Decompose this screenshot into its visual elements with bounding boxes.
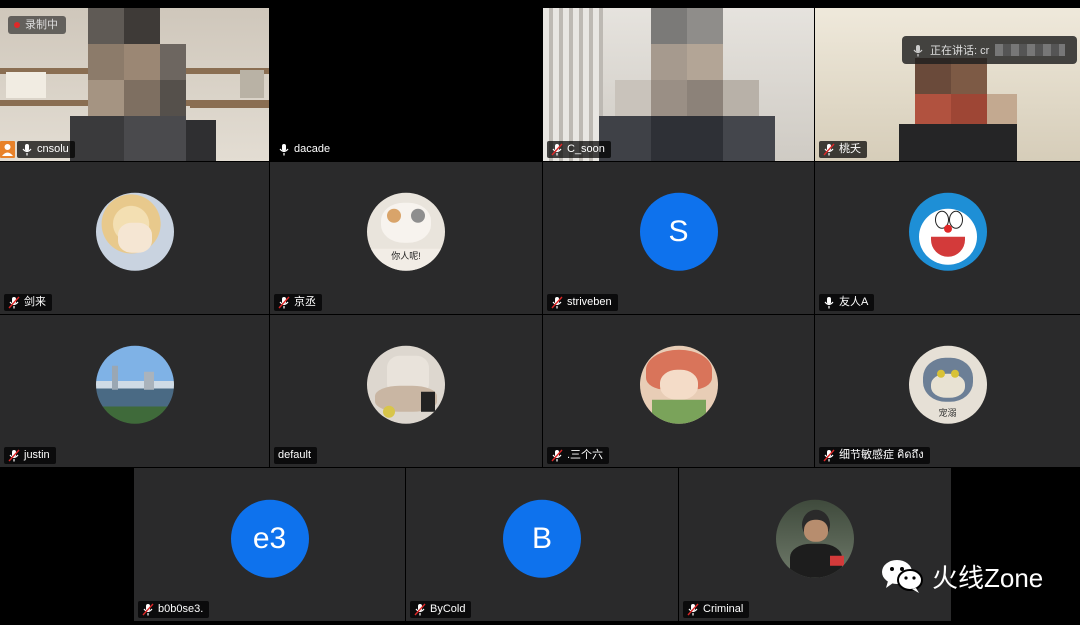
avatar xyxy=(639,345,718,424)
participant-tile-b0b0se3[interactable]: e3 b0b0se3. xyxy=(134,468,405,621)
mic-muted-icon xyxy=(823,143,835,156)
participant-tile-jingcheng[interactable]: 你人呢! 京丞 xyxy=(270,162,542,314)
participant-tile-youren-a[interactable]: 友人A xyxy=(815,162,1080,314)
mic-muted-icon xyxy=(687,603,699,616)
participant-tile-striveben[interactable]: S striveben xyxy=(543,162,814,314)
mic-icon xyxy=(824,297,834,309)
participant-name: 桃夭 xyxy=(839,143,861,155)
participant-tile-jianlai[interactable]: 剑来 xyxy=(0,162,269,314)
mic-muted-icon xyxy=(551,143,563,156)
participant-tile-justin[interactable]: justin xyxy=(0,315,269,467)
mic-muted-icon xyxy=(278,296,290,309)
participant-tile-cnsolu[interactable]: 录制中 cnsolu xyxy=(0,8,269,161)
participant-name: striveben xyxy=(567,296,612,308)
nameplate: C_soon xyxy=(547,141,611,158)
avatar xyxy=(367,345,445,424)
participant-tile-default[interactable]: default xyxy=(270,315,542,467)
participant-name: C_soon xyxy=(567,143,605,155)
participant-name: default xyxy=(278,449,312,461)
nameplate: b0b0se3. xyxy=(138,601,210,618)
avatar: 宠溺 xyxy=(908,345,987,424)
nameplate: 细节敏感症 คิดถึง xyxy=(819,447,930,464)
nameplate: dacade xyxy=(274,141,337,158)
participant-name: cnsolu xyxy=(37,143,69,155)
participant-name: b0b0se3. xyxy=(158,603,204,615)
participant-tile-taoyao[interactable]: 桃夭 xyxy=(815,8,1080,161)
mic-muted-icon xyxy=(8,296,20,309)
avatar xyxy=(95,345,174,424)
mic-muted-icon xyxy=(551,296,563,309)
nameplate: default xyxy=(274,447,318,464)
recording-label: 录制中 xyxy=(25,19,58,31)
mic-icon xyxy=(913,44,923,56)
mic-muted-icon xyxy=(414,603,426,616)
avatar: 你人呢! xyxy=(367,192,445,271)
participant-tile-xijie[interactable]: 宠溺 细节敏感症 คิดถึง xyxy=(815,315,1080,467)
mic-muted-icon xyxy=(551,449,563,462)
watermark-text: 火线Zone xyxy=(932,562,1044,593)
avatar-initial: B xyxy=(503,499,581,578)
active-speaker-banner: 正在讲话: cr xyxy=(902,36,1077,64)
avatar-caption: 你人呢! xyxy=(367,248,445,271)
participant-name: ByCold xyxy=(430,603,466,615)
nameplate: Criminal xyxy=(683,601,750,618)
nameplate: 桃夭 xyxy=(819,141,867,158)
participant-name: .三个六 xyxy=(567,449,604,461)
avatar-initial: S xyxy=(639,192,718,271)
participant-name: 剑来 xyxy=(24,296,46,308)
active-speaker-text: 正在讲话: cr xyxy=(930,45,990,57)
participant-name: justin xyxy=(24,449,50,461)
participant-name: 细节敏感症 คิดถึง xyxy=(839,449,924,461)
wechat-icon xyxy=(880,558,924,594)
nameplate: 剑来 xyxy=(4,294,52,311)
nameplate: 友人A xyxy=(819,294,875,311)
participant-tile-sangeliu[interactable]: .三个六 xyxy=(543,315,814,467)
participant-tile-c-soon[interactable]: C_soon xyxy=(543,8,814,161)
nameplate: 京丞 xyxy=(274,294,322,311)
nameplate: justin xyxy=(4,447,56,464)
recording-indicator: 录制中 xyxy=(8,16,66,34)
avatar xyxy=(776,499,854,578)
mic-icon xyxy=(22,144,32,156)
record-dot-icon xyxy=(14,22,20,28)
mic-muted-icon xyxy=(142,603,154,616)
nameplate: striveben xyxy=(547,294,618,311)
avatar xyxy=(908,192,987,271)
mic-muted-icon xyxy=(8,449,20,462)
avatar-caption: 宠溺 xyxy=(938,407,957,418)
participant-name: 友人A xyxy=(839,296,869,308)
participant-tile-bycold[interactable]: B ByCold xyxy=(406,468,678,621)
participant-name: Criminal xyxy=(703,603,744,615)
mic-icon xyxy=(279,144,289,156)
participant-name: dacade xyxy=(294,143,331,155)
mic-muted-icon xyxy=(823,449,835,462)
avatar xyxy=(95,192,174,271)
nameplate: ByCold xyxy=(410,601,472,618)
participant-tile-dacade[interactable]: dacade xyxy=(270,8,542,161)
nameplate: .三个六 xyxy=(547,447,610,464)
participant-tile-criminal[interactable]: Criminal xyxy=(679,468,951,621)
watermark: 火线Zone xyxy=(880,558,1043,594)
participant-name: 京丞 xyxy=(294,296,316,308)
avatar-initial: e3 xyxy=(230,499,309,578)
nameplate: cnsolu xyxy=(17,141,75,158)
participant-badge-icon xyxy=(0,141,15,158)
